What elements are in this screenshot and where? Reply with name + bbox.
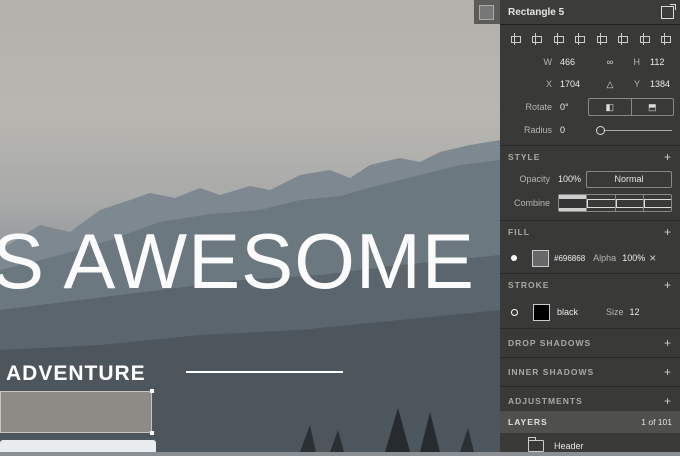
align-center-h-icon[interactable] [530,33,543,45]
opacity-input[interactable]: 100% [558,174,586,184]
y-label: Y [633,79,640,89]
subtract-button[interactable] [587,195,616,211]
layers-label: LAYERS [508,417,548,427]
warning-icon: △ [606,78,614,89]
add-inner-shadow-icon[interactable]: + [664,365,672,379]
inner-shadows-section-header[interactable]: INNER SHADOWS + [500,357,680,386]
align-middle-icon[interactable] [595,33,607,45]
height-input[interactable]: 112 [650,57,664,67]
stroke-section-header[interactable]: STROKE + [500,273,680,296]
layer-thumbnail [474,0,500,24]
combine-mode-toggle [558,194,672,212]
fill-header-label: FILL [508,227,530,237]
stroke-color-input[interactable]: black [557,307,578,317]
fill-color-swatch[interactable] [532,249,549,267]
stroke-color-swatch[interactable] [533,303,550,321]
exclude-button[interactable] [643,195,671,211]
add-drop-shadow-icon[interactable]: + [664,336,672,350]
flip-horizontal-button[interactable]: ◧ [589,99,632,115]
blend-mode-value: Normal [614,174,644,184]
adjustments-label: ADJUSTMENTS [508,396,583,406]
align-toolbar [500,25,680,49]
link-icon[interactable]: ∞ [600,57,620,67]
layer-title: Rectangle 5 [508,6,565,18]
drop-shadows-label: DROP SHADOWS [508,338,592,348]
fill-alpha-label: Alpha [593,253,617,263]
layers-section-header[interactable]: LAYERS 1 of 101 [500,411,680,433]
resize-handle[interactable] [150,431,154,435]
radius-slider[interactable] [596,125,672,135]
x-input[interactable]: 1704 [560,79,600,89]
width-label: W [543,57,553,67]
union-button[interactable] [559,195,588,211]
fill-enabled-toggle[interactable] [511,255,517,261]
rotate-label: Rotate [525,102,552,112]
combine-label: Combine [513,198,550,208]
resize-handle[interactable] [150,389,154,393]
stroke-size-label: Size [606,307,624,317]
button-shape[interactable] [0,440,156,452]
distribute-v-icon[interactable] [659,33,672,45]
stroke-header-label: STROKE [508,280,550,290]
align-right-icon[interactable] [552,33,564,45]
opacity-label: Opacity [519,174,550,184]
headline-text[interactable]: S AWESOME [0,222,475,300]
divider-line[interactable] [186,371,343,373]
flip-vertical-button[interactable]: ⬒ [632,99,674,115]
blend-mode-select[interactable]: Normal [586,170,672,188]
width-input[interactable]: 466 [560,57,600,67]
drop-shadows-section-header[interactable]: DROP SHADOWS + [500,328,680,357]
stroke-enabled-toggle[interactable] [511,308,518,316]
distribute-h-icon[interactable] [638,33,650,45]
layer-row[interactable]: Header [500,436,680,456]
align-top-icon[interactable] [573,33,586,45]
style-section-header[interactable]: STYLE + [500,145,680,168]
fill-section-header[interactable]: FILL + [500,220,680,243]
layers-count: 1 of 101 [641,417,672,427]
inner-shadows-label: INNER SHADOWS [508,367,595,377]
add-adjustment-icon[interactable]: + [664,394,672,408]
height-label: H [633,57,641,67]
inspector-panel: Rectangle 5 W 466 ∞ H 112 X 1704 △ Y 138… [500,0,680,452]
artboard-canvas[interactable]: S AWESOME ADVENTURE [0,0,500,452]
stroke-size-input[interactable]: 12 [630,307,640,317]
folder-icon [528,437,544,452]
layer-name: Header [554,441,584,451]
style-header-label: STYLE [508,152,541,162]
add-style-icon[interactable]: + [664,150,672,164]
x-label: X [545,79,552,89]
y-input[interactable]: 1384 [650,79,670,89]
fill-hex-input[interactable]: #696868 [554,254,585,263]
align-bottom-icon[interactable] [616,33,629,45]
subheadline-text[interactable]: ADVENTURE [6,362,146,386]
slider-knob[interactable] [596,125,605,135]
align-left-icon[interactable] [509,33,521,45]
rotate-input[interactable]: 0° [560,102,588,112]
add-stroke-icon[interactable]: + [664,278,672,292]
radius-label: Radius [523,125,552,135]
radius-input[interactable]: 0 [560,125,594,135]
remove-fill-icon[interactable]: × [649,251,656,265]
selected-rectangle[interactable] [0,389,154,435]
add-fill-icon[interactable]: + [664,225,672,239]
flip-toggle: ◧ ⬒ [588,98,674,116]
intersect-button[interactable] [615,195,644,211]
fill-alpha-input[interactable]: 100% [622,253,645,263]
external-link-icon[interactable] [661,3,676,19]
